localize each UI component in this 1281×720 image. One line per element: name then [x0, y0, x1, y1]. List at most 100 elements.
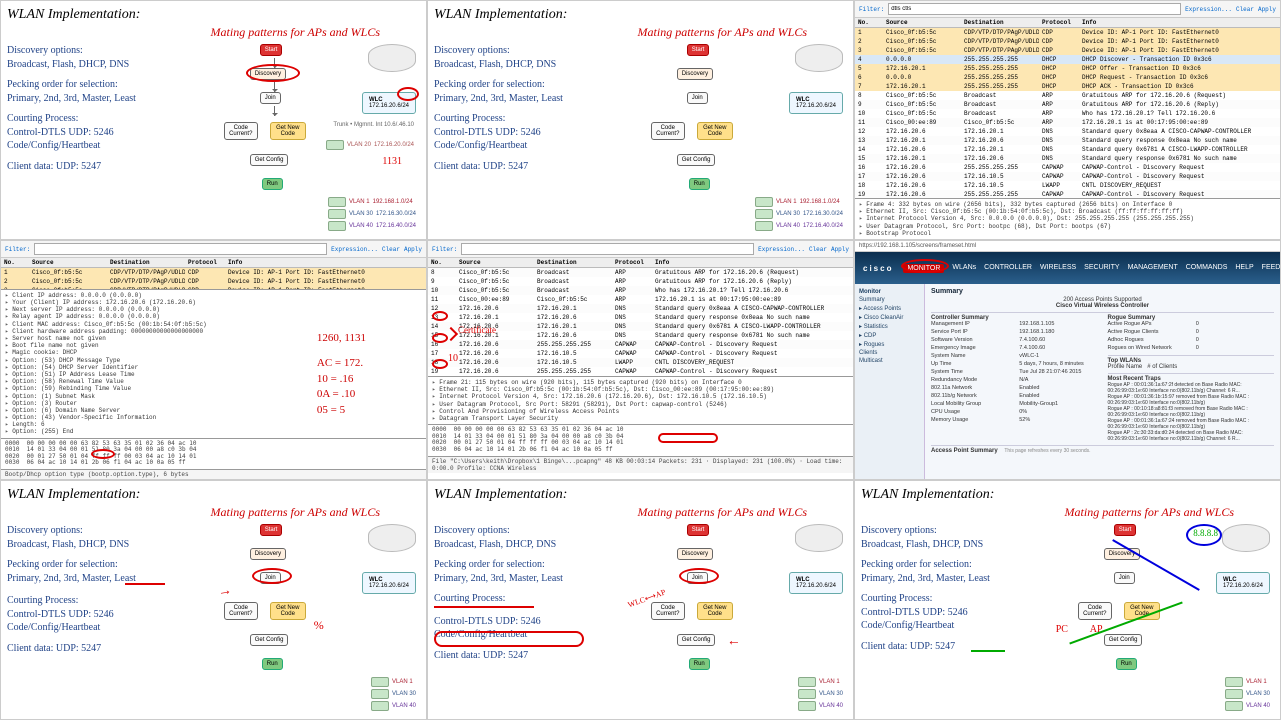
ap-icon: [1222, 524, 1270, 552]
anno-hex-circle: [91, 449, 115, 459]
cisco-tabs[interactable]: MONITOR WLANs CONTROLLER WIRELESS SECURI…: [903, 264, 1281, 273]
ws-packet-row[interactable]: 10Cisco_0f:b5:5cBroadcastARPWho has 172.…: [428, 286, 853, 295]
ws-filter-input[interactable]: [888, 3, 1181, 15]
ws-status: File "C:\Users\keith\Dropbox\1 Binge\...…: [428, 456, 853, 473]
panel-wireshark-5: Filter: Expression...ClearApply No.Sourc…: [427, 240, 854, 480]
cisco-main: Summary 200 Access Points Supported Cisc…: [925, 284, 1280, 480]
anno-master-ul: [125, 583, 165, 585]
ws-packet-row[interactable]: 40.0.0.0255.255.255.255DHCPDHCP Discover…: [855, 55, 1280, 64]
ws-packet-row[interactable]: 1Cisco_0f:b5:5cCDP/VTP/DTP/PAgP/UDLDCDPD…: [1, 268, 426, 277]
ws-packet-row[interactable]: 2Cisco_0f:b5:5cCDP/VTP/DTP/PAgP/UDLDCDPD…: [855, 37, 1280, 46]
ws-packet-row[interactable]: 12172.16.20.6172.16.20.1DNSStandard quer…: [428, 304, 853, 313]
ap-icon: [368, 44, 416, 72]
browser-url[interactable]: https://192.168.1.105/screens/frameset.h…: [855, 241, 1280, 252]
ws-packet-row[interactable]: 19172.16.20.6255.255.255.255CAPWAPCAPWAP…: [428, 367, 853, 376]
ws-status: Bootp/Dhcp option type (bootp.option.typ…: [1, 469, 426, 479]
ws-packet-row[interactable]: 11Cisco_00:ee:89Cisco_0f:b5:5cARP172.16.…: [855, 118, 1280, 127]
ws-packet-row[interactable]: 60.0.0.0255.255.255.255DHCPDHCP Request …: [855, 73, 1280, 82]
ws-packet-row[interactable]: 18172.16.20.6172.16.10.5LWAPPCNTL DISCOV…: [428, 358, 853, 367]
ws-packet-row[interactable]: 17172.16.20.6172.16.10.5CAPWAPCAPWAP-Con…: [855, 172, 1280, 181]
anno-arrow-to-wlc: →: [216, 583, 233, 601]
panel-cisco: https://192.168.1.105/screens/frameset.h…: [854, 240, 1281, 480]
slide-diagram: Start Discovery Join Code Current? Get N…: [222, 44, 420, 233]
vlan-list: VLAN 1 192.168.1.0/24 VLAN 30 172.16.30.…: [328, 197, 416, 231]
ws-packet-row[interactable]: 19172.16.20.6255.255.255.255CAPWAPCAPWAP…: [855, 190, 1280, 198]
vlan20: VLAN 20 172.16.20.0/24: [326, 140, 414, 150]
ws-packet-row[interactable]: 14172.16.20.6172.16.20.1DNSStandard quer…: [855, 145, 1280, 154]
ws-detail: Frame 4: 332 bytes on wire (2656 bits), …: [855, 198, 1280, 239]
anno-join-circle: [252, 568, 292, 584]
anno-1131: 1131: [382, 156, 402, 167]
anno-wlc-circle: [397, 87, 419, 101]
ws-packet-row[interactable]: 12172.16.20.6172.16.20.1DNSStandard quer…: [855, 127, 1280, 136]
ws-packet-row[interactable]: 9Cisco_0f:b5:5cBroadcastARPGratuitous AR…: [428, 277, 853, 286]
ap-icon: [795, 44, 843, 72]
ws-packet-row[interactable]: 16172.16.20.6255.255.255.255CAPWAPCAPWAP…: [428, 340, 853, 349]
anno-discovery-circle: [246, 64, 300, 82]
fc-getconfig: Get Config: [250, 154, 289, 166]
anno-monitor: [901, 259, 949, 273]
fc-run: Run: [262, 178, 283, 190]
ws-filterbar: Filter: Expression... Clear Apply: [855, 1, 1280, 18]
anno-8888: 8.8.8.8: [1193, 528, 1218, 538]
ws-packet-row[interactable]: 16172.16.20.6255.255.255.255CAPWAPCAPWAP…: [855, 163, 1280, 172]
slide-title: WLAN Implementation:: [7, 7, 420, 23]
panel-wireshark-4: Filter: Expression...ClearApply No.Sourc…: [0, 240, 427, 480]
panel-slide-1: WLAN Implementation: Mating patterns for…: [0, 0, 427, 240]
ws-packet-row[interactable]: 2Cisco_0f:b5:5cCDP/VTP/DTP/PAgP/UDLDCDPD…: [1, 277, 426, 286]
ap-icon: [795, 524, 843, 552]
ws-packet-row[interactable]: 5172.16.20.1255.255.255.255DHCPDHCP Offe…: [855, 64, 1280, 73]
ws-packet-row[interactable]: 8Cisco_0f:b5:5cBroadcastARPGratuitous AR…: [855, 91, 1280, 100]
ws-packet-row[interactable]: 10Cisco_0f:b5:5cBroadcastARPWho has 172.…: [855, 109, 1280, 118]
anno-5246: [658, 433, 718, 443]
ws-packet-row[interactable]: 11Cisco_00:ee:89Cisco_0f:b5:5cARP172.16.…: [428, 295, 853, 304]
ap-icon: [368, 524, 416, 552]
ws-packet-row[interactable]: 7172.16.20.1255.255.255.255DHCPDHCP ACK …: [855, 82, 1280, 91]
ws-packet-row[interactable]: 15172.16.20.1172.16.20.6DNSStandard quer…: [855, 154, 1280, 163]
wlc-box: WLC172.16.20.6/24: [362, 92, 416, 114]
panel-slide-8: WLAN Implementation: Mating patterns for…: [427, 480, 854, 720]
cisco-logo: cisco: [863, 264, 893, 273]
ws-packet-row[interactable]: 13172.16.20.1172.16.20.6DNSStandard quer…: [428, 313, 853, 322]
ws-clear-link[interactable]: Clear: [1236, 6, 1254, 13]
ws-detail: Frame 21: 115 bytes on wire (920 bits), …: [428, 376, 853, 424]
panel-slide-2: WLAN Implementation: Mating patterns for…: [427, 0, 854, 240]
ws-packet-row[interactable]: 18172.16.20.6172.16.10.5LWAPPCNTL DISCOV…: [855, 181, 1280, 190]
fc-start: Start: [260, 44, 283, 56]
anno-ctrl-dtls: [434, 631, 584, 647]
cisco-sidenav[interactable]: Monitor Summary ▸ Access Points ▸ Cisco …: [855, 284, 925, 480]
ws-packet-row[interactable]: 13172.16.20.1172.16.20.6DNSStandard quer…: [855, 136, 1280, 145]
ws-hex: 0000 00 00 00 00 00 63 82 53 63 35 01 02…: [428, 424, 853, 455]
ws-packet-row[interactable]: 8Cisco_0f:b5:5cBroadcastARPGratuitous AR…: [428, 268, 853, 277]
fc-getcode: Get New Code: [270, 122, 306, 140]
ws-packet-list[interactable]: 1Cisco_0f:b5:5cCDP/VTP/DTP/PAgP/UDLDCDPD…: [855, 28, 1280, 198]
hand-notes: 1260, 1131 AC = 172. 10 = .16 0A = .10 0…: [317, 331, 366, 418]
anno-row30: [432, 359, 448, 369]
anno-row21: [432, 311, 448, 321]
ws-apply-link[interactable]: Apply: [1258, 6, 1276, 13]
panel-slide-9: WLAN Implementation: Mating patterns for…: [854, 480, 1281, 720]
ws-packet-row[interactable]: 17172.16.20.6172.16.10.5CAPWAPCAPWAP-Con…: [428, 349, 853, 358]
ws-packet-row[interactable]: 3Cisco_0f:b5:5cCDP/VTP/DTP/PAgP/UDLDCDPD…: [855, 46, 1280, 55]
ws-expression-link[interactable]: Expression...: [1185, 6, 1232, 13]
ws-hex: 0000 00 00 00 00 00 63 82 53 63 35 01 02…: [1, 438, 426, 469]
ws-columns: No.SourceDestinationProtocolInfo: [855, 18, 1280, 28]
panel-wireshark-3: Filter: Expression... Clear Apply No.Sou…: [854, 0, 1281, 240]
ws-packet-list[interactable]: 8Cisco_0f:b5:5cBroadcastARPGratuitous AR…: [428, 268, 853, 376]
ws-filter-input[interactable]: [461, 243, 754, 255]
ws-packet-row[interactable]: 9Cisco_0f:b5:5cBroadcastARPGratuitous AR…: [855, 100, 1280, 109]
anno-certificate: Certificate: [458, 325, 496, 335]
ws-filter-input[interactable]: [34, 243, 327, 255]
ws-packet-list[interactable]: 1Cisco_0f:b5:5cCDP/VTP/DTP/PAgP/UDLDCDPD…: [1, 268, 426, 289]
anno-5247-ul: [971, 650, 1005, 652]
slide-bullets: Discovery options:Broadcast, Flash, DHCP…: [7, 44, 222, 233]
ws-packet-row[interactable]: 1Cisco_0f:b5:5cCDP/VTP/DTP/PAgP/UDLDCDPD…: [855, 28, 1280, 37]
anno-percent: %: [314, 618, 324, 633]
slide-subtitle: Mating patterns for APs and WLCs: [7, 25, 380, 40]
fc-codeq: Code Current?: [224, 122, 258, 140]
anno-10: 10: [448, 353, 458, 364]
anno-pc: PC: [1056, 624, 1068, 635]
trunk-label: Trunk • Mgmnt. Int 10.6/.46.10: [333, 122, 414, 128]
panel-slide-7: WLAN Implementation: Mating patterns for…: [0, 480, 427, 720]
anno-courting-ul: [434, 606, 534, 608]
